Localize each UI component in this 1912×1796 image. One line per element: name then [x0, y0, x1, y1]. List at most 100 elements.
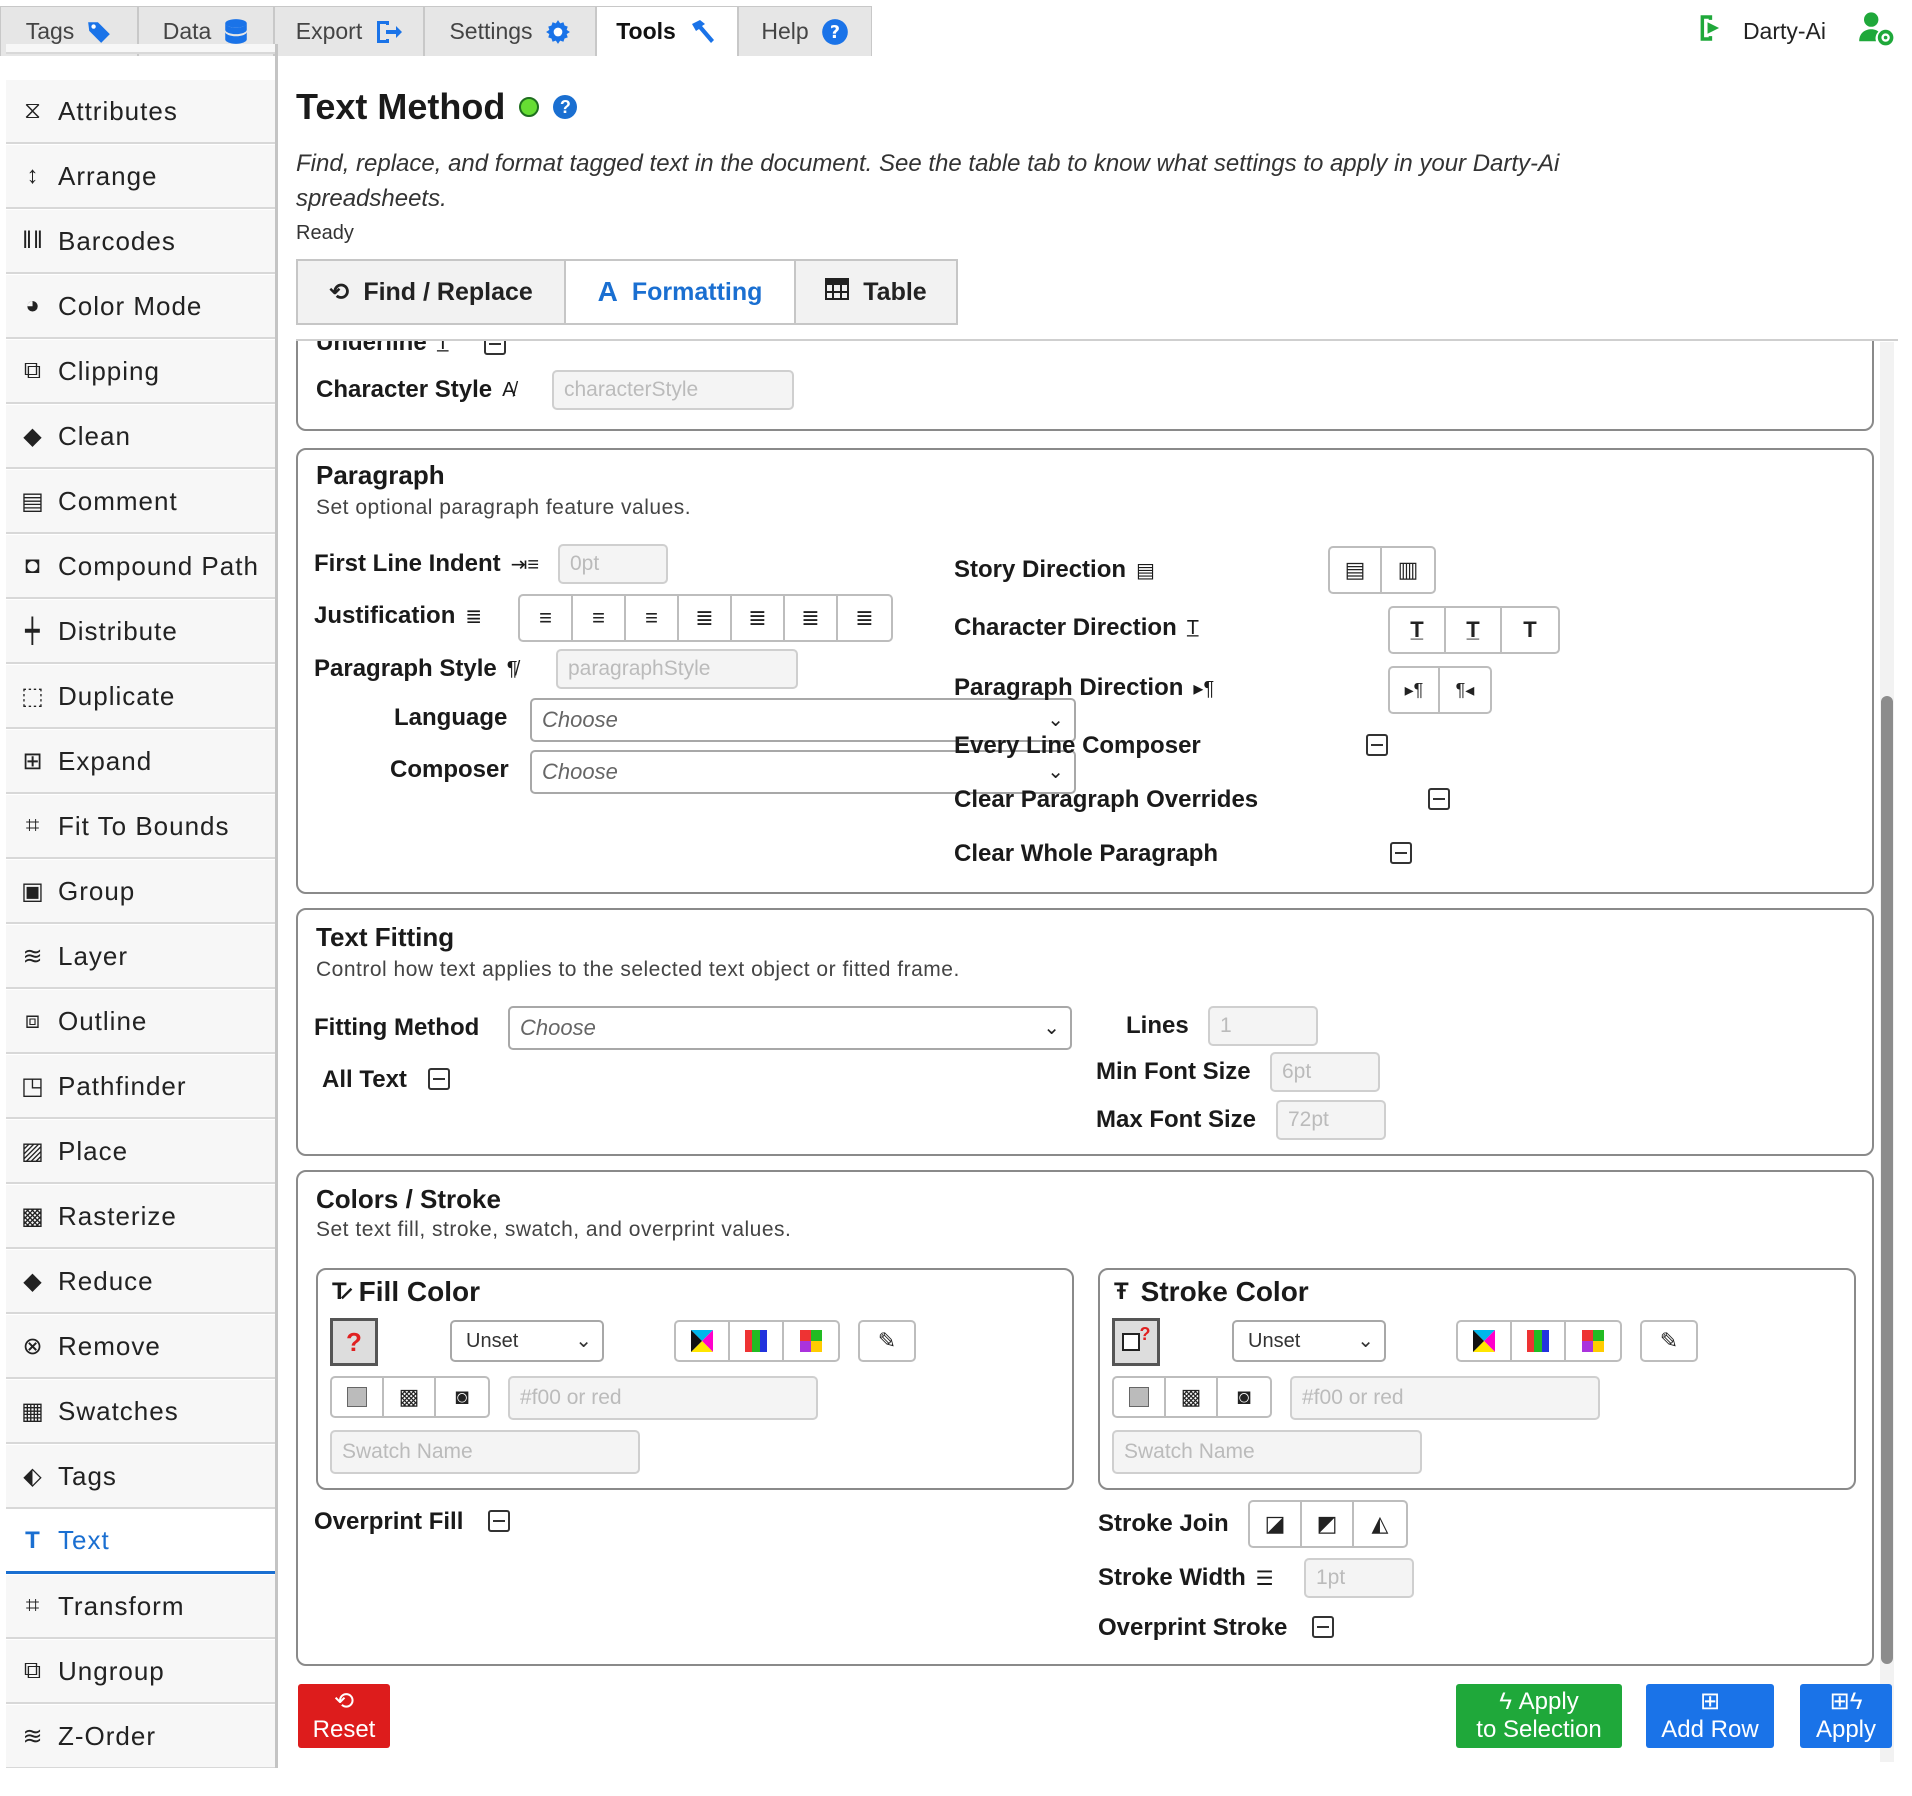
- pattern-fill-icon[interactable]: ▩: [1166, 1378, 1218, 1416]
- stroke-swatch-input[interactable]: Swatch Name: [1112, 1430, 1422, 1474]
- sidebar-item-artboard[interactable]: [6, 44, 275, 54]
- compound-path-icon: ◘: [25, 552, 41, 579]
- sidebar-item-clean[interactable]: ◆ Clean: [6, 405, 275, 469]
- sidebar-item-compound-path[interactable]: ◘ Compound Path: [6, 535, 275, 599]
- fill-color-panel: T̷ Fill Color ? Unset ⌄ ✎ ▩ ◙ #f00 or re…: [316, 1268, 1074, 1490]
- sidebar-item-attributes[interactable]: ⧖ Attributes: [6, 80, 275, 144]
- sidebar-item-text[interactable]: T Text: [6, 1510, 275, 1574]
- first-line-indent-input[interactable]: 0pt: [558, 544, 668, 584]
- apply-button[interactable]: ⊞ϟ Apply: [1800, 1684, 1892, 1748]
- solid-fill-icon[interactable]: [1114, 1378, 1166, 1416]
- cmyk-icon[interactable]: [1458, 1322, 1512, 1360]
- sidebar-item-arrange[interactable]: ↕ Arrange: [6, 145, 275, 209]
- justify-center-button[interactable]: ≣: [732, 596, 785, 640]
- every-line-composer-toggle[interactable]: [1366, 734, 1388, 756]
- sidebar-item-comment[interactable]: ▤ Comment: [6, 470, 275, 534]
- radial-fill-icon[interactable]: ◙: [1218, 1378, 1270, 1416]
- sidebar-item-tags[interactable]: ⬖ Tags: [6, 1445, 275, 1509]
- tab-find-replace[interactable]: ⟲ Find / Replace: [298, 261, 566, 323]
- story-horizontal-button[interactable]: ▤: [1330, 548, 1382, 592]
- apply-to-selection-button[interactable]: ϟ Apply to Selection: [1456, 1684, 1622, 1748]
- sidebar-item-distribute[interactable]: ┿ Distribute: [6, 600, 275, 664]
- paragraph-style-input[interactable]: paragraphStyle: [556, 649, 798, 689]
- fill-color-input[interactable]: #f00 or red: [508, 1376, 818, 1420]
- tab-formatting[interactable]: A Formatting: [566, 261, 796, 323]
- cmyk-icon[interactable]: [676, 1322, 730, 1360]
- login-icon[interactable]: [1697, 13, 1725, 49]
- char-dir-ltr-button[interactable]: T̲: [1446, 608, 1502, 652]
- overprint-fill-toggle[interactable]: [488, 1510, 510, 1532]
- sidebar-item-color-mode[interactable]: ◕ Color Mode: [6, 275, 275, 339]
- clear-overrides-toggle[interactable]: [1428, 788, 1450, 810]
- sidebar-item-barcodes[interactable]: ‖‖ Barcodes: [6, 210, 275, 274]
- sidebar-item-clipping[interactable]: ⧉ Clipping: [6, 340, 275, 404]
- justify-all-button[interactable]: ≣: [838, 596, 891, 640]
- top-tab-export[interactable]: Export: [274, 6, 424, 56]
- sidebar-item-pathfinder[interactable]: ◳ Pathfinder: [6, 1055, 275, 1119]
- sidebar-item-swatches[interactable]: ▦ Swatches: [6, 1380, 275, 1444]
- user-name[interactable]: Darty-Ai: [1743, 18, 1826, 45]
- story-vertical-button[interactable]: ▥: [1382, 548, 1434, 592]
- sidebar-item-place[interactable]: ▨ Place: [6, 1120, 275, 1184]
- char-dir-rtl-button[interactable]: T: [1502, 608, 1558, 652]
- swatch-grid-icon[interactable]: [784, 1322, 838, 1360]
- stroke-width-input[interactable]: 1pt: [1304, 1558, 1414, 1598]
- character-style-input[interactable]: characterStyle: [552, 370, 794, 410]
- eyedropper-icon[interactable]: ✎: [1642, 1322, 1696, 1360]
- eyedropper-icon[interactable]: ✎: [860, 1322, 914, 1360]
- sidebar-item-z-order[interactable]: ≋ Z-Order: [6, 1705, 275, 1768]
- max-font-size-input[interactable]: 72pt: [1276, 1100, 1386, 1140]
- pattern-fill-icon[interactable]: ▩: [384, 1378, 436, 1416]
- tab-table[interactable]: Table: [796, 261, 956, 323]
- underline-toggle[interactable]: [484, 341, 506, 355]
- swatch-grid-icon[interactable]: [1566, 1322, 1620, 1360]
- lines-input[interactable]: 1: [1208, 1006, 1318, 1046]
- sidebar-item-group[interactable]: ▣ Group: [6, 860, 275, 924]
- clear-whole-paragraph-toggle[interactable]: [1390, 842, 1412, 864]
- sidebar-item-fit-to-bounds[interactable]: ⌗ Fit To Bounds: [6, 795, 275, 859]
- rgb-icon[interactable]: [730, 1322, 784, 1360]
- sidebar-item-remove[interactable]: ⊗ Remove: [6, 1315, 275, 1379]
- sidebar-item-reduce[interactable]: ◆ Reduce: [6, 1250, 275, 1314]
- sidebar-item-transform[interactable]: ⌗ Transform: [6, 1575, 275, 1639]
- help-icon[interactable]: ?: [553, 95, 578, 119]
- fill-color-preview[interactable]: ?: [330, 1318, 378, 1366]
- sidebar-item-outline[interactable]: ⧈ Outline: [6, 990, 275, 1054]
- top-tab-settings[interactable]: Settings: [424, 6, 596, 56]
- rgb-icon[interactable]: [1512, 1322, 1566, 1360]
- overprint-stroke-toggle[interactable]: [1312, 1616, 1334, 1638]
- align-left-button[interactable]: ≡: [520, 596, 573, 640]
- bevel-join-icon[interactable]: ◭: [1354, 1502, 1406, 1546]
- stroke-color-input[interactable]: #f00 or red: [1290, 1376, 1600, 1420]
- round-join-icon[interactable]: ◩: [1302, 1502, 1354, 1546]
- add-row-button[interactable]: ⊞ Add Row: [1646, 1684, 1774, 1748]
- fitting-method-select[interactable]: Choose ⌄: [508, 1006, 1072, 1050]
- sidebar-item-duplicate[interactable]: ⬚ Duplicate: [6, 665, 275, 729]
- composer-label: Composer: [390, 756, 509, 783]
- sidebar-item-expand[interactable]: ⊞ Expand: [6, 730, 275, 794]
- fill-swatch-input[interactable]: Swatch Name: [330, 1430, 640, 1474]
- stroke-color-preview[interactable]: ?: [1112, 1318, 1160, 1366]
- align-center-button[interactable]: ≡: [626, 596, 679, 640]
- sidebar-item-rasterize[interactable]: ▩ Rasterize: [6, 1185, 275, 1249]
- justify-left-button[interactable]: ≣: [679, 596, 732, 640]
- reset-button[interactable]: ⟲ Reset: [298, 1684, 390, 1748]
- char-dir-default-button[interactable]: T̲: [1390, 608, 1446, 652]
- stroke-mode-select[interactable]: Unset ⌄: [1232, 1320, 1386, 1362]
- min-font-size-input[interactable]: 6pt: [1270, 1052, 1380, 1092]
- radial-fill-icon[interactable]: ◙: [436, 1378, 488, 1416]
- justify-right-button[interactable]: ≣: [785, 596, 838, 640]
- all-text-toggle[interactable]: [428, 1068, 450, 1090]
- align-right-button[interactable]: ≡: [573, 596, 626, 640]
- top-tab-help[interactable]: Help ?: [738, 6, 872, 56]
- sidebar-item-ungroup[interactable]: ⧉ Ungroup: [6, 1640, 275, 1704]
- scrollbar-thumb[interactable]: [1881, 696, 1893, 1664]
- user-settings-icon[interactable]: [1858, 10, 1894, 52]
- para-dir-ltr-button[interactable]: ▸¶: [1390, 668, 1440, 712]
- top-tab-tools[interactable]: Tools: [596, 6, 738, 56]
- solid-fill-icon[interactable]: [332, 1378, 384, 1416]
- sidebar-item-layer[interactable]: ≋ Layer: [6, 925, 275, 989]
- miter-join-icon[interactable]: ◪: [1250, 1502, 1302, 1546]
- fill-mode-select[interactable]: Unset ⌄: [450, 1320, 604, 1362]
- para-dir-rtl-button[interactable]: ¶◂: [1440, 668, 1490, 712]
